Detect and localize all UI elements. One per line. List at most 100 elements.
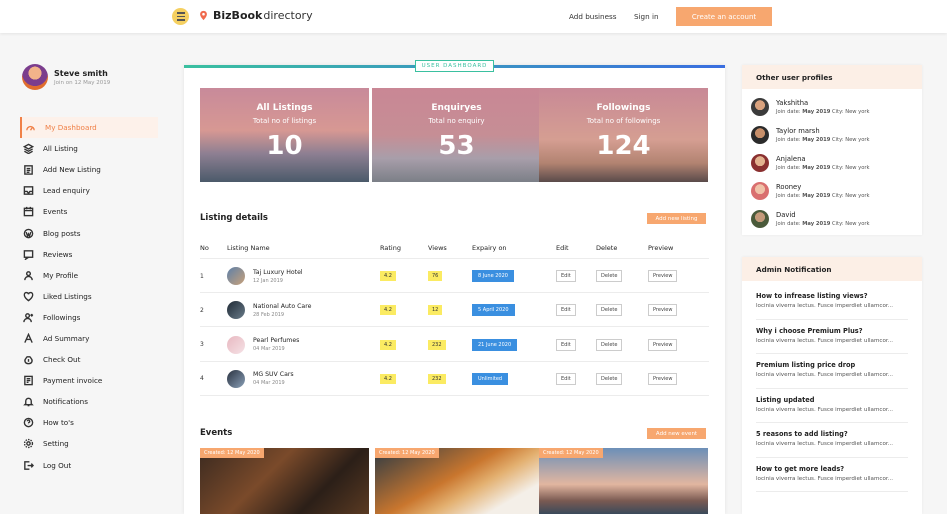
delete-button[interactable]: Delete (596, 304, 623, 317)
layers-icon (22, 143, 34, 155)
notification-title: 5 reasons to add listing? (756, 430, 848, 438)
sidebar-item-my-profile[interactable]: My Profile (22, 265, 158, 286)
user-profile-item[interactable]: Yakshitha Join date: May 2019 City: New y… (742, 93, 922, 121)
listing-name[interactable]: Pearl Perfumes (253, 337, 299, 344)
review-icon (22, 248, 34, 260)
edit-button[interactable]: Edit (556, 372, 576, 385)
sidebar-item-blog-posts[interactable]: Blog posts (22, 222, 158, 243)
bell-icon (22, 396, 34, 408)
sidebar-item-add-new-listing[interactable]: Add New Listing (22, 159, 158, 180)
user-profile-item[interactable]: David Join date: May 2019 City: New york (742, 205, 922, 233)
listing-name[interactable]: MG SUV Cars (253, 371, 294, 378)
admin-notification-card: Admin Notification How to infrease listi… (742, 257, 922, 514)
sidebar-item-log-out[interactable]: Log Out (22, 455, 158, 476)
edit-button[interactable]: Edit (556, 270, 576, 282)
sidebar-item-lead-enquiry[interactable]: Lead enquiry (22, 180, 158, 201)
sidebar-item-reviews[interactable]: Reviews (22, 244, 158, 265)
stat-value: 124 (596, 131, 651, 161)
listing-thumbnail (227, 335, 245, 354)
sidebar-item-my-dashboard[interactable]: My Dashboard (20, 117, 158, 139)
stat-title: Enquiryes (431, 103, 482, 113)
sidebar-item-events[interactable]: Events (22, 201, 158, 222)
profile-name: Steve smith (54, 68, 108, 78)
preview-button[interactable]: Preview (648, 338, 678, 351)
add-business-link[interactable]: Add business (569, 12, 617, 21)
stat-title: Followings (596, 103, 651, 113)
row-number: 3 (200, 341, 204, 349)
delete-button[interactable]: Delete (596, 338, 623, 351)
user-profile-item[interactable]: Taylor marsh Join date: May 2019 City: Ne… (742, 121, 922, 149)
sidebar-item-ad-summary[interactable]: Ad Summary (22, 328, 158, 349)
sidebar-item-how-to-s[interactable]: How to's (22, 412, 158, 433)
table-row: 2 National Auto Care 28 Feb 2019 4.2 12 5 Apr… (200, 293, 709, 328)
user-profile-item[interactable]: Rooney Join date: May 2019 City: New york (742, 177, 922, 205)
event-card[interactable]: Created: 12 May 2020 (375, 448, 544, 514)
listing-thumbnail (227, 369, 245, 388)
delete-button[interactable]: Delete (596, 270, 623, 282)
sidebar-item-label: My Profile (43, 270, 79, 280)
notification-item[interactable]: Listing updated locinia viverra lectus. F… (756, 389, 908, 423)
notification-item[interactable]: 5 reasons to add listing? locinia viverra… (756, 423, 908, 458)
sidebar-item-label: Events (43, 207, 68, 217)
views-badge: 232 (428, 373, 446, 384)
notification-desc: locinia viverra lectus. Fusce imperdiet … (756, 475, 894, 482)
create-account-button[interactable]: Create an account (676, 7, 772, 26)
listing-date: 04 Mar 2019 (253, 346, 285, 353)
event-card[interactable]: Created: 12 May 2020 (200, 448, 369, 514)
user-name: Anjalena (776, 155, 806, 163)
expiry-badge: 21 June 2020 (472, 338, 518, 351)
location-pin-icon (200, 10, 207, 21)
sidebar-item-liked-listings[interactable]: Liked Listings (22, 286, 158, 307)
edit-button[interactable]: Edit (556, 338, 576, 351)
avatar (751, 210, 769, 228)
sidebar-item-all-listing[interactable]: All Listing (22, 138, 158, 159)
heart-icon (22, 290, 34, 302)
add-new-event-button[interactable]: Add new event (647, 428, 706, 439)
stat-card-listings[interactable]: All Listings Total no of listings 10 (200, 88, 369, 182)
listing-details-title: Listing details (200, 213, 268, 223)
preview-button[interactable]: Preview (648, 372, 678, 385)
sign-in-link[interactable]: Sign in (634, 12, 659, 21)
notification-item[interactable]: How to get more leads? locinia viverra le… (756, 458, 908, 492)
listing-thumbnail (227, 301, 245, 320)
add-new-listing-button[interactable]: Add new listing (647, 213, 706, 224)
notification-item[interactable]: Why i choose Premium Plus? locinia viverr… (756, 320, 908, 354)
avatar[interactable] (22, 64, 48, 90)
user-profile[interactable]: Steve smith Join on 12 May 2019 (22, 64, 110, 90)
dashboard-icon (24, 122, 36, 134)
preview-button[interactable]: Preview (648, 270, 678, 282)
row-number: 2 (200, 306, 204, 314)
edit-button[interactable]: Edit (556, 304, 576, 317)
stat-card-followings[interactable]: Followings Total no of followings 124 (539, 88, 708, 182)
user-profile-item[interactable]: Anjalena Join date: May 2019 City: New yo… (742, 149, 922, 177)
sidebar-item-notifications[interactable]: Notifications (22, 391, 158, 412)
event-card[interactable]: Created: 12 May 2020 (539, 448, 708, 514)
sidebar-item-setting[interactable]: Setting (22, 433, 158, 454)
listing-name[interactable]: Taj Luxury Hotel (253, 269, 303, 276)
user-dashboard-badge: USER DASHBOARD (415, 60, 494, 72)
notification-item[interactable]: Premium listing price drop locinia viverr… (756, 354, 908, 389)
listing-date: 04 Mar 2019 (253, 380, 285, 387)
sidebar-item-payment-invoice[interactable]: Payment invoice (22, 370, 158, 391)
sidebar-item-check-out[interactable]: Check Out (22, 349, 158, 370)
delete-button[interactable]: Delete (596, 372, 623, 385)
notification-title: Why i choose Premium Plus? (756, 326, 863, 335)
row-number: 1 (200, 272, 204, 280)
profile-joined: Join on 12 May 2019 (54, 79, 111, 86)
sidebar-item-label: Followings (43, 312, 81, 322)
user-meta: Join date: May 2019 City: New york (776, 109, 870, 115)
preview-button[interactable]: Preview (648, 304, 678, 317)
stat-card-enquiry[interactable]: Enquiryes Total no enquiry 53 (372, 88, 541, 182)
hamburger-menu-icon[interactable] (172, 8, 189, 25)
user-name: Yakshitha (776, 99, 809, 107)
notification-desc: locinia viverra lectus. Fusce imperdiet … (756, 441, 894, 447)
user-name: David (776, 211, 796, 219)
avatar (751, 182, 769, 200)
listing-date: 12 Jan 2019 (253, 277, 283, 284)
top-bar: BizBook directory Add business Sign in Cr… (0, 0, 947, 33)
notification-item[interactable]: How to infrease listing views? locinia vi… (756, 285, 908, 320)
listing-name[interactable]: National Auto Care (253, 303, 311, 310)
sidebar-item-followings[interactable]: Followings (22, 307, 158, 328)
brand-logo[interactable]: BizBook directory (198, 9, 313, 22)
rating-badge: 4.2 (380, 305, 396, 316)
